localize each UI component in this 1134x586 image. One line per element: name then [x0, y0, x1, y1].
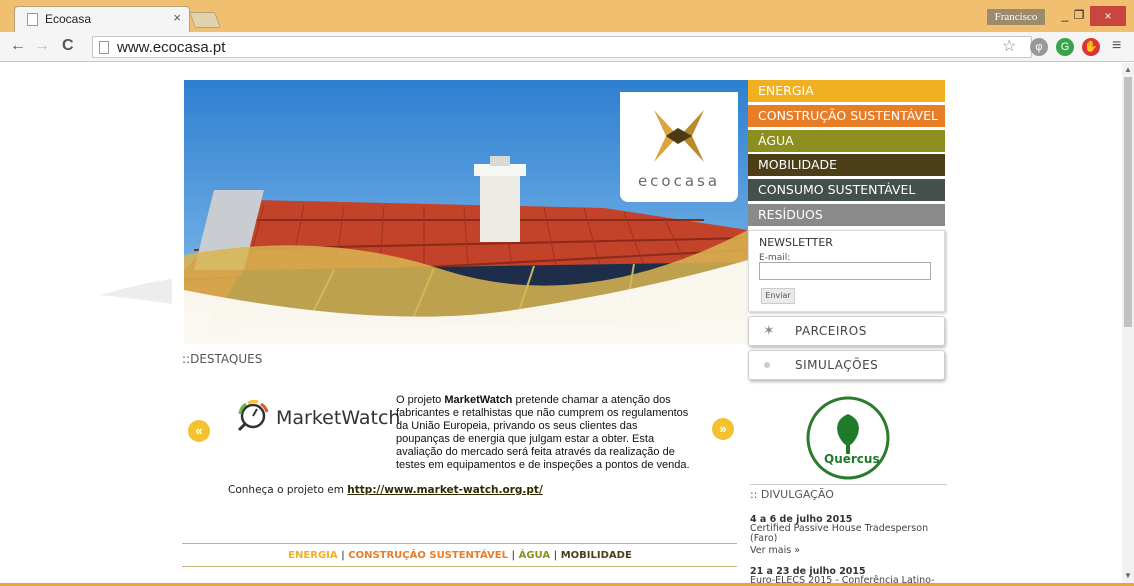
menu-label: CONSTRUÇÃO SUSTENTÁVEL: [758, 108, 938, 123]
url-text[interactable]: www.ecocasa.pt: [117, 39, 225, 56]
scroll-thumb[interactable]: [1124, 77, 1132, 327]
page-icon: [27, 13, 38, 26]
link-prefix: Conheça o projeto em: [228, 484, 344, 496]
back-button[interactable]: ←: [10, 37, 26, 55]
new-tab-button[interactable]: [189, 12, 221, 28]
divider: [750, 484, 947, 485]
bottom-nav-energia[interactable]: ENERGIA: [288, 550, 337, 561]
scroll-down-icon[interactable]: ▼: [1124, 571, 1132, 580]
menu-item-consumo-sustentavel[interactable]: CONSUMO SUSTENTÁVEL: [748, 179, 945, 201]
separator: |: [553, 550, 558, 561]
feature-link-line: Conheça o projeto em http://www.market-w…: [228, 484, 543, 496]
newsletter-title: NEWSLETTER: [759, 236, 833, 249]
simulacoes-button[interactable]: ● SIMULAÇÕES: [748, 350, 945, 380]
reload-button[interactable]: C: [62, 37, 74, 55]
menu-item-residuos[interactable]: RESÍDUOS: [748, 204, 945, 226]
feature-text-body: pretende chamar a atenção dos fabricante…: [396, 394, 690, 471]
email-field[interactable]: [759, 262, 931, 280]
quercus-logo[interactable]: Quercus: [802, 394, 894, 482]
parceiros-button[interactable]: ✶ PARCEIROS: [748, 316, 945, 346]
logo-text: ecocasa: [637, 172, 721, 190]
simulacoes-label: SIMULAÇÕES: [795, 358, 879, 372]
bottom-nav-agua[interactable]: ÁGUA: [519, 550, 551, 561]
profile-button[interactable]: Francisco: [987, 9, 1045, 25]
ecocasa-logo-icon: [654, 110, 704, 162]
newsletter-box: NEWSLETTER E-mail: Enviar: [748, 230, 945, 312]
hero-banner: ecocasa: [184, 80, 748, 344]
lightbulb-icon: ●: [763, 356, 772, 372]
maximize-button[interactable]: ❐: [1068, 8, 1090, 22]
menu-label: MOBILIDADE: [758, 157, 838, 172]
bottom-nav-construcao[interactable]: CONSTRUÇÃO SUSTENTÁVEL: [348, 550, 508, 561]
address-bar[interactable]: www.ecocasa.pt: [92, 36, 1032, 58]
browser-tab[interactable]: Ecocasa ×: [14, 6, 190, 32]
divider: [182, 543, 737, 544]
quercus-logo-icon: [806, 396, 890, 480]
separator: |: [511, 550, 516, 561]
page-scrollbar[interactable]: ▲ ▼: [1122, 63, 1134, 583]
menu-label: ÁGUA: [758, 133, 794, 148]
quercus-name: Quercus: [824, 452, 880, 466]
menu-label: CONSUMO SUSTENTÁVEL: [758, 182, 916, 197]
parceiros-label: PARCEIROS: [795, 324, 867, 338]
enviar-button[interactable]: Enviar: [761, 288, 795, 304]
feature-text-intro: O projeto: [396, 394, 442, 406]
parceiros-icon: ✶: [763, 322, 775, 338]
tab-close-button[interactable]: ×: [173, 10, 181, 25]
close-window-button[interactable]: ×: [1090, 6, 1126, 26]
news-more-link[interactable]: Ver mais »: [750, 546, 950, 556]
next-arrow-button[interactable]: »: [712, 418, 734, 440]
menu-item-agua[interactable]: ÁGUA: [748, 130, 945, 152]
browser-titlebar: Ecocasa × Francisco _ ❐ ×: [0, 0, 1134, 32]
divulgacao-heading: :: DIVULGAÇÃO: [750, 488, 834, 501]
separator: |: [341, 550, 345, 561]
menu-item-construcao-sustentavel[interactable]: CONSTRUÇÃO SUSTENTÁVEL: [748, 105, 945, 127]
extension-icon[interactable]: G: [1056, 38, 1074, 56]
bottom-nav-mobilidade[interactable]: MOBILIDADE: [561, 550, 632, 561]
divider: [182, 566, 737, 567]
marketwatch-link[interactable]: http://www.market-watch.org.pt/: [347, 484, 542, 496]
menu-item-mobilidade[interactable]: MOBILIDADE: [748, 154, 945, 176]
destaques-heading: ::DESTAQUES: [182, 352, 263, 366]
bottom-nav: ENERGIA | CONSTRUÇÃO SUSTENTÁVEL | ÁGUA …: [172, 550, 748, 561]
extension-icon[interactable]: φ: [1030, 38, 1048, 56]
news-title[interactable]: Certified Passive House Tradesperson (Fa…: [750, 524, 950, 544]
menu-label: ENERGIA: [758, 83, 814, 98]
forward-button[interactable]: →: [34, 37, 50, 55]
tab-title: Ecocasa: [45, 12, 92, 26]
ecocasa-logo[interactable]: ecocasa: [620, 92, 738, 202]
menu-item-energia[interactable]: ENERGIA: [748, 80, 945, 102]
page-icon: [99, 41, 109, 54]
menu-icon[interactable]: ≡: [1112, 37, 1121, 55]
scroll-up-icon[interactable]: ▲: [1124, 65, 1132, 74]
adblock-icon[interactable]: ✋: [1082, 38, 1100, 56]
menu-label: RESÍDUOS: [758, 207, 823, 222]
feature-text: O projeto MarketWatch pretende chamar a …: [228, 394, 694, 472]
feature-text-bold: MarketWatch: [444, 394, 513, 406]
site-container: ecocasa ENERGIA CONSTRUÇÃO SUSTENTÁVEL Á…: [172, 68, 964, 586]
prev-arrow-button[interactable]: «: [188, 420, 210, 442]
browser-toolbar: ← → C www.ecocasa.pt ☆ φ G ✋ ≡: [0, 32, 1134, 62]
